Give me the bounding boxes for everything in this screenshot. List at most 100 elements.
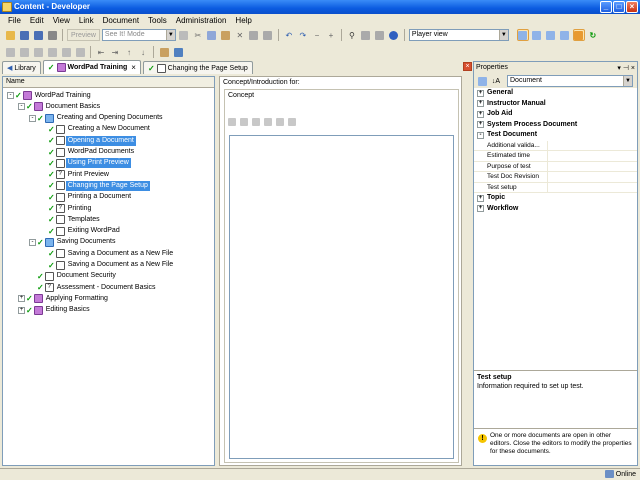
property-category[interactable]: + Job Aid — [474, 109, 637, 120]
tree-item[interactable]: + ✓ Applying Formatting — [18, 293, 110, 304]
tab-wordpad-training[interactable]: ✓ WordPad Training × — [42, 60, 141, 74]
property-row[interactable]: Test setup — [474, 182, 637, 193]
save-all-icon[interactable] — [32, 29, 44, 41]
move-up-icon[interactable]: ↑ — [123, 46, 135, 58]
menu-tools[interactable]: Tools — [148, 16, 167, 25]
import-icon[interactable] — [74, 46, 86, 58]
menu-help[interactable]: Help — [235, 16, 251, 25]
tab-library[interactable]: ◀ Library — [2, 61, 41, 74]
property-category[interactable]: + System Process Document — [474, 120, 637, 131]
tree-item[interactable]: ✓ Opening a Document — [40, 135, 136, 146]
property-row[interactable]: Purpose of test — [474, 161, 637, 172]
redo-icon[interactable]: ↷ — [297, 29, 309, 41]
close-tab-icon[interactable]: × — [131, 63, 136, 72]
paste-icon[interactable] — [220, 29, 232, 41]
tree-item[interactable]: - ✓ Saving Documents — [29, 237, 117, 248]
tree-item[interactable]: ✓ WordPad Documents — [40, 147, 136, 158]
expand-icon[interactable]: + — [325, 29, 337, 41]
link-icon[interactable] — [262, 29, 274, 41]
property-category[interactable]: + General — [474, 88, 637, 99]
tree-item[interactable]: ✓ Printing a Document — [40, 192, 133, 203]
property-row[interactable]: Test Doc Revision — [474, 172, 637, 183]
tab-changing-page-setup[interactable]: ✓ Changing the Page Setup — [142, 61, 253, 74]
new-module-icon[interactable] — [4, 46, 16, 58]
properties-panel-icon[interactable] — [572, 29, 585, 41]
concept-content-area[interactable] — [229, 135, 454, 459]
tree-item[interactable]: ✓ Templates — [40, 214, 102, 225]
column-header-name[interactable]: Name — [3, 77, 214, 88]
new-question-icon[interactable] — [46, 46, 58, 58]
promote-icon[interactable]: ⇤ — [95, 46, 107, 58]
menu-link[interactable]: Link — [79, 16, 94, 25]
property-selector[interactable]: Document ▼ — [507, 75, 633, 87]
package-icon[interactable] — [252, 118, 260, 126]
edit-icon[interactable] — [264, 118, 272, 126]
help-icon[interactable] — [388, 29, 400, 41]
tree-item[interactable]: ✓ Exiting WordPad — [40, 226, 122, 237]
find-next-icon[interactable] — [360, 29, 372, 41]
property-value[interactable] — [548, 151, 637, 161]
layout-list-icon[interactable] — [531, 29, 543, 41]
unlink-icon[interactable] — [276, 118, 284, 126]
collapse-icon[interactable]: - — [18, 103, 25, 111]
lock-icon[interactable] — [158, 46, 170, 58]
property-category[interactable]: - Test Document — [474, 130, 637, 141]
close-button[interactable]: × — [626, 1, 638, 13]
tree-item[interactable]: ✓ Saving a Document as a New File — [40, 260, 175, 271]
property-value[interactable] — [548, 183, 637, 193]
layout-split-icon[interactable] — [516, 29, 529, 41]
layout-columns-icon[interactable] — [545, 29, 557, 41]
menu-administration[interactable]: Administration — [176, 16, 227, 25]
image-icon[interactable] — [240, 118, 248, 126]
sort-az-icon[interactable]: ↓A — [490, 75, 502, 87]
print-icon[interactable] — [46, 29, 58, 41]
tree-item[interactable]: ✓ Changing the Page Setup — [40, 180, 150, 191]
expand-icon[interactable]: + — [477, 121, 484, 129]
record-icon[interactable] — [60, 46, 72, 58]
menu-edit[interactable]: Edit — [30, 16, 44, 25]
property-value[interactable] — [548, 162, 637, 172]
spellcheck-icon[interactable] — [374, 29, 386, 41]
property-value[interactable] — [548, 172, 637, 182]
document-icon[interactable] — [288, 118, 296, 126]
copy-icon[interactable] — [206, 29, 218, 41]
expand-icon[interactable]: + — [477, 110, 484, 118]
preview-button[interactable]: Preview — [67, 29, 100, 41]
tree-item[interactable]: - ✓ Creating and Opening Documents — [29, 113, 165, 124]
refresh-icon[interactable]: ↻ — [587, 29, 599, 41]
expand-icon[interactable]: + — [477, 100, 484, 108]
properties-icon[interactable] — [248, 29, 260, 41]
tree-item[interactable]: ✓? Printing — [40, 203, 93, 214]
publish-icon[interactable] — [178, 29, 190, 41]
property-value[interactable] — [548, 141, 637, 151]
open-folder-icon[interactable] — [4, 29, 16, 41]
expand-icon[interactable]: + — [477, 89, 484, 97]
tree-item[interactable]: + ✓ Editing Basics — [18, 305, 92, 316]
tree-item[interactable]: ✓ Document Security — [29, 271, 118, 282]
property-row[interactable]: Estimated time — [474, 151, 637, 162]
categorized-icon[interactable] — [476, 75, 488, 87]
property-category[interactable]: + Topic — [474, 193, 637, 204]
property-category[interactable]: + Instructor Manual — [474, 99, 637, 110]
tree-item[interactable]: ✓ Using Print Preview — [40, 158, 131, 169]
property-category[interactable]: + Workflow — [474, 204, 637, 215]
collapse-icon[interactable]: − — [311, 29, 323, 41]
collapse-icon[interactable]: - — [477, 131, 484, 139]
find-icon[interactable]: ⚲ — [346, 29, 358, 41]
move-down-icon[interactable]: ↓ — [137, 46, 149, 58]
menu-document[interactable]: Document — [103, 16, 139, 25]
expand-icon[interactable]: + — [18, 306, 25, 314]
new-section-icon[interactable] — [18, 46, 30, 58]
menu-file[interactable]: File — [8, 16, 21, 25]
expand-icon[interactable]: + — [477, 205, 484, 213]
pin-close-icons[interactable]: ▾ ⊣ × — [617, 63, 635, 75]
minimize-button[interactable]: _ — [600, 1, 612, 13]
maximize-button[interactable]: □ — [613, 1, 625, 13]
collapse-icon[interactable]: - — [7, 92, 14, 99]
link-icon[interactable] — [228, 118, 236, 126]
delete-icon[interactable]: ✕ — [234, 29, 246, 41]
collapse-icon[interactable]: - — [29, 114, 36, 122]
close-panel-icon[interactable]: × — [463, 62, 472, 71]
mode-select[interactable]: See It! Mode ▼ — [101, 29, 176, 41]
tree-item[interactable]: ✓? Assessment - Document Basics — [29, 282, 158, 293]
